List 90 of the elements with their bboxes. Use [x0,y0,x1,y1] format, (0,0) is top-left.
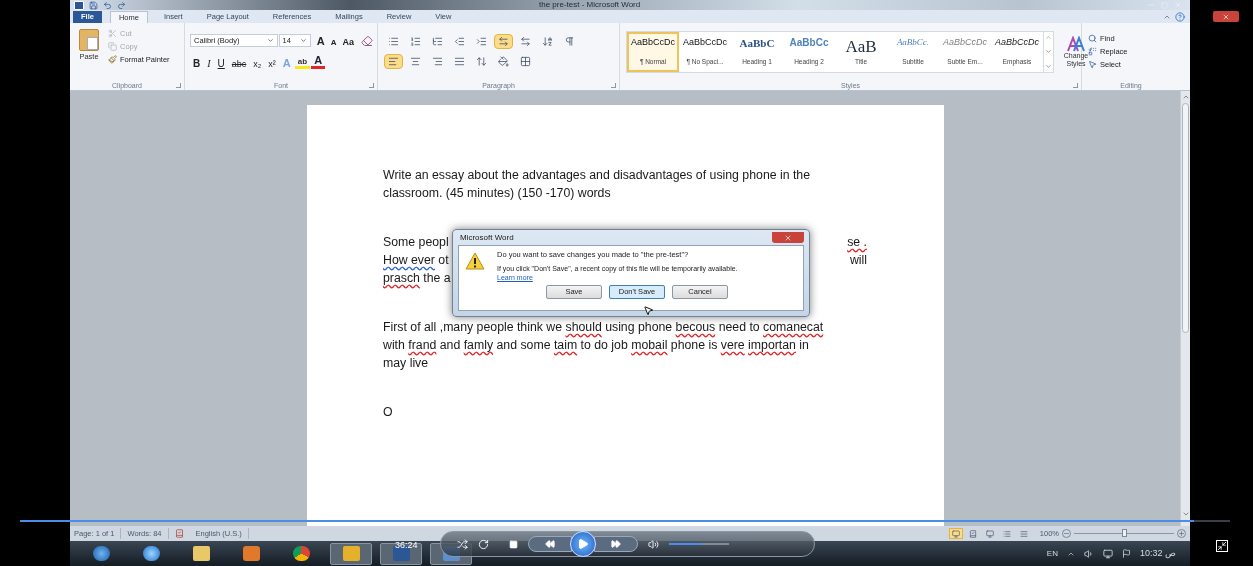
warning-icon [465,252,485,270]
dialog-launcher-icon[interactable] [176,82,181,88]
bold-button[interactable]: B [190,59,204,70]
close-button[interactable] [1213,11,1239,22]
video-time: 36:24 [395,539,418,552]
zoom-slider-thumb[interactable] [1121,529,1127,537]
subscript-button[interactable]: x₂ [250,60,265,70]
view-icon [985,529,994,538]
previous-button[interactable] [528,536,572,552]
undo-icon[interactable] [103,0,112,10]
input-language[interactable]: EN [1046,547,1058,560]
document-text: How ever ot [383,252,449,269]
collapse-ribbon-icon[interactable] [1163,13,1171,21]
dialog-launcher-icon[interactable] [611,82,616,88]
fast-forward-icon [611,539,621,549]
flag-tray-icon[interactable] [1121,549,1131,558]
media-player-icon [242,546,260,561]
view-icon [1019,529,1028,538]
view-icon [968,529,977,538]
zoom-in-icon[interactable] [1177,529,1186,538]
stop-icon[interactable] [509,539,518,549]
scroll-down-icon[interactable] [1181,510,1190,518]
pointer-icon [1088,60,1097,70]
volume-icon[interactable] [648,538,659,550]
clock[interactable]: 10:32 ص [1139,546,1176,561]
folder-icon [192,546,210,561]
document-text: se . [847,234,867,251]
left-to-right-icon[interactable] [494,34,513,50]
play-button[interactable] [570,531,596,557]
app-logo-icon [74,0,84,10]
underline-button[interactable]: U [214,59,228,70]
scroll-up-icon[interactable] [1045,33,1052,41]
superscript-button[interactable]: x² [265,60,279,70]
document-text: Write an essay about the advantages and disadvantages of using phone in the [383,167,811,184]
volume-tray-icon[interactable] [1083,548,1094,559]
scroll-down-icon[interactable] [1045,48,1052,56]
view-icon [951,529,960,538]
change-case-button[interactable]: Aa [339,37,357,47]
grow-font-button[interactable]: A [313,35,328,47]
document-text: Some peopl [383,234,449,251]
italic-button[interactable]: I [204,59,214,70]
restore-icon[interactable] [1215,540,1228,552]
document-text: will [849,252,867,269]
window-title: the pre-test - Microsoft Word [539,1,641,9]
next-button[interactable] [594,536,638,552]
replace-icon [1088,47,1097,57]
document-text: O [383,404,393,421]
document-text: prasch the a [383,270,451,287]
video-app-icon [342,546,360,561]
globe-icon [142,546,160,561]
taskbar-button[interactable] [380,542,422,565]
view-button[interactable] [948,528,963,539]
view-icon [1002,529,1011,538]
browser-icon [292,546,310,561]
dialog-launcher-icon[interactable] [369,82,374,88]
scrollbar-thumb[interactable] [1182,103,1189,333]
taskbar-button[interactable] [330,542,372,565]
document-app-icon [392,546,410,561]
scroll-up-icon[interactable] [1181,93,1190,101]
document-text: may live [383,355,429,372]
highlight-button[interactable]: ab [294,58,311,70]
save-icon[interactable] [89,0,98,10]
search-icon [1088,34,1097,44]
repeat-icon[interactable] [478,538,489,550]
paintbrush-icon [108,55,117,64]
shuffle-icon[interactable] [457,538,468,550]
document-text: classroom. (45 minutes) (150 -170) words [383,185,611,202]
document-text: First of all ,many people think we should using phone becous need to comanecat [383,319,824,336]
play-icon [577,538,589,550]
shrink-font-button[interactable]: A [327,38,340,47]
close-icon [1222,12,1230,21]
help-icon[interactable] [1175,12,1185,22]
network-tray-icon[interactable] [1102,548,1113,559]
change-styles-icon [1067,35,1085,52]
strikethrough-button[interactable]: abc [228,60,250,70]
dialog-close-button[interactable] [772,232,804,243]
align-left-icon[interactable] [384,54,403,70]
scissors-icon [108,29,117,38]
font-color-button[interactable]: A [311,55,326,70]
clear-formatting-icon[interactable] [361,34,373,47]
dialog-launcher-icon[interactable] [1073,82,1078,88]
copy-icon [108,42,117,51]
document-text: with frand and famly and some taim to do job mobail phone is vere importan in [383,337,809,354]
redo-icon[interactable] [117,0,126,10]
start-orb-icon [92,546,110,561]
rewind-icon [545,539,555,549]
dialog-title: Microsoft Word [459,231,514,244]
close-icon [784,233,792,242]
expand-gallery-icon[interactable] [1045,62,1052,70]
proofing-icon[interactable] [174,529,184,538]
